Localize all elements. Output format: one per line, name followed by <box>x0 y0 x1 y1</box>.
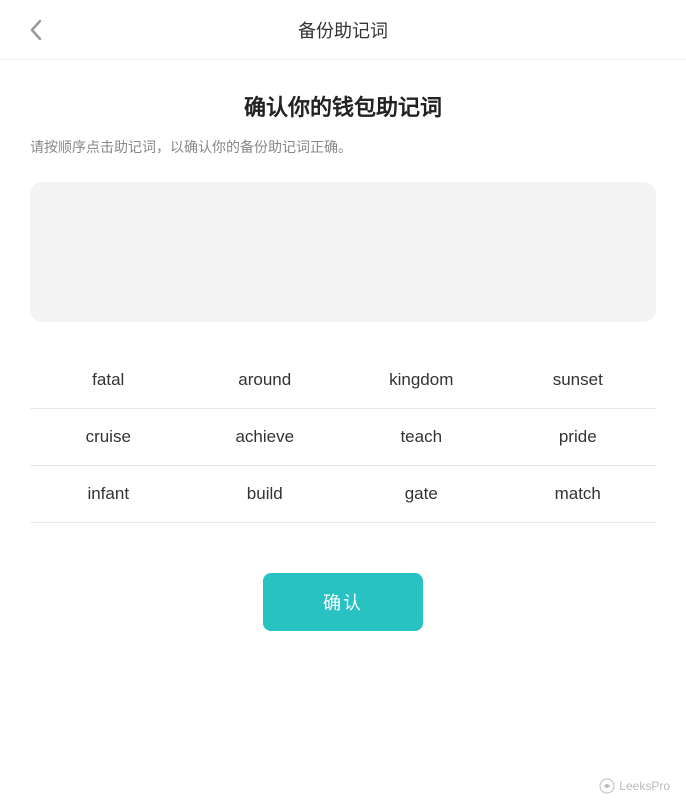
word-text-gate: gate <box>405 484 438 504</box>
watermark-icon <box>599 778 615 794</box>
word-text-match: match <box>555 484 601 504</box>
word-text-around: around <box>238 370 291 390</box>
word-cell-teach[interactable]: teach <box>343 409 500 466</box>
word-cell-achieve[interactable]: achieve <box>187 409 344 466</box>
word-input-area <box>30 182 656 322</box>
header: 备份助记词 <box>0 0 686 60</box>
words-grid: fatal around kingdom sunset cruise achie… <box>30 352 656 523</box>
watermark: LeeksPro <box>599 778 670 794</box>
confirm-button-wrapper: 确认 <box>30 563 656 631</box>
word-cell-pride[interactable]: pride <box>500 409 657 466</box>
word-text-cruise: cruise <box>86 427 131 447</box>
word-text-fatal: fatal <box>92 370 124 390</box>
word-cell-match[interactable]: match <box>500 466 657 523</box>
word-text-build: build <box>247 484 283 504</box>
word-cell-infant[interactable]: infant <box>30 466 187 523</box>
back-button[interactable] <box>20 14 52 46</box>
word-cell-fatal[interactable]: fatal <box>30 352 187 409</box>
word-text-pride: pride <box>559 427 597 447</box>
header-title: 备份助记词 <box>298 17 388 43</box>
main-content: 确认你的钱包助记词 请按顺序点击助记词，以确认你的备份助记词正确。 fatal … <box>0 60 686 651</box>
page-description: 请按顺序点击助记词，以确认你的备份助记词正确。 <box>30 136 656 158</box>
word-text-infant: infant <box>87 484 129 504</box>
confirm-button[interactable]: 确认 <box>263 573 423 631</box>
word-cell-build[interactable]: build <box>187 466 344 523</box>
word-text-kingdom: kingdom <box>389 370 453 390</box>
word-cell-sunset[interactable]: sunset <box>500 352 657 409</box>
word-text-achieve: achieve <box>235 427 294 447</box>
word-cell-around[interactable]: around <box>187 352 344 409</box>
word-cell-kingdom[interactable]: kingdom <box>343 352 500 409</box>
word-cell-gate[interactable]: gate <box>343 466 500 523</box>
word-text-teach: teach <box>400 427 442 447</box>
page-title: 确认你的钱包助记词 <box>30 90 656 122</box>
word-cell-cruise[interactable]: cruise <box>30 409 187 466</box>
watermark-text: LeeksPro <box>619 779 670 793</box>
word-text-sunset: sunset <box>553 370 603 390</box>
